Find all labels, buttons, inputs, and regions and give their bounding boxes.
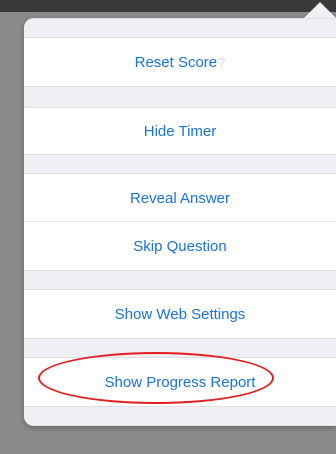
show-web-settings-label: Show Web Settings [114,305,246,323]
section-spacer [24,154,336,174]
reset-score-button[interactable]: Reset Score? [24,38,336,86]
hide-timer-label: Hide Timer [143,122,217,140]
skip-question-button[interactable]: Skip Question [24,222,336,270]
section-spacer [24,86,336,108]
show-progress-report-label: Show Progress Report [104,373,256,391]
top-bar [0,0,336,12]
reset-score-suffix: ? [218,54,226,70]
reveal-answer-label: Reveal Answer [129,189,231,207]
options-popover: Reset Score? Hide Timer Reveal Answer Sk… [24,18,336,426]
reveal-answer-button[interactable]: Reveal Answer [24,174,336,222]
skip-question-label: Skip Question [133,237,227,255]
hide-timer-button[interactable]: Hide Timer [24,108,336,154]
section-spacer [24,338,336,358]
reset-score-label: Reset Score [134,53,218,71]
section-spacer [24,18,336,38]
popover-caret [304,2,336,18]
show-progress-report-button[interactable]: Show Progress Report [24,358,336,406]
section-spacer [24,270,336,290]
section-spacer [24,406,336,426]
show-web-settings-button[interactable]: Show Web Settings [24,290,336,338]
